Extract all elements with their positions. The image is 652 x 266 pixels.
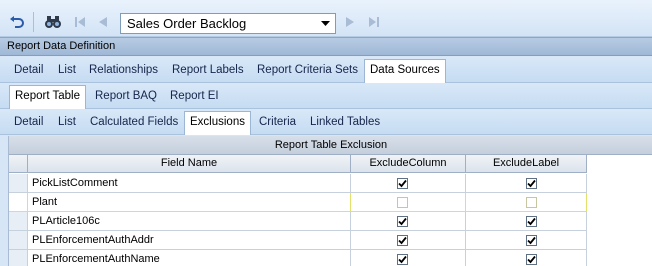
section-title: Report Data Definition xyxy=(7,40,116,52)
tab-data-sources[interactable]: Data Sources xyxy=(364,59,446,83)
binoculars-icon[interactable] xyxy=(43,12,63,32)
tab-criteria[interactable]: Criteria xyxy=(254,112,301,134)
tab-linked-tables[interactable]: Linked Tables xyxy=(305,112,385,134)
tab-report-table[interactable]: Report Table xyxy=(9,85,86,109)
exclude-label-cell xyxy=(466,231,587,250)
tab-relationships[interactable]: Relationships xyxy=(84,60,163,82)
field-name-cell: PLEnforcementAuthName xyxy=(28,250,351,266)
previous-record-icon[interactable] xyxy=(93,12,113,32)
exclude-column-cell xyxy=(351,250,466,266)
exclude-column-checkbox[interactable] xyxy=(397,197,408,208)
row-selector[interactable] xyxy=(9,212,28,231)
next-record-icon[interactable] xyxy=(340,12,360,32)
section-header: Report Data Definition xyxy=(0,37,652,56)
tab-list[interactable]: List xyxy=(53,60,81,82)
exclude-column-checkbox[interactable] xyxy=(397,254,408,265)
row-selector[interactable] xyxy=(9,250,28,266)
exclude-label-checkbox[interactable] xyxy=(526,178,537,189)
table-row-highlighted[interactable]: Plant xyxy=(9,193,652,212)
row-selector[interactable] xyxy=(9,231,28,250)
exclude-label-cell xyxy=(466,174,587,193)
report-combo[interactable]: Sales Order Backlog xyxy=(120,13,336,34)
exclude-column-cell xyxy=(351,231,466,250)
field-name-cell: PLEnforcementAuthAddr xyxy=(28,231,351,250)
tab-report-baq[interactable]: Report BAQ xyxy=(90,86,162,108)
tab-detail-sub[interactable]: Detail xyxy=(9,112,48,134)
row-selector-header xyxy=(9,155,28,173)
toolbar: Sales Order Backlog xyxy=(0,0,652,37)
column-header-field-name[interactable]: Field Name xyxy=(28,155,351,173)
grid-caption: Report Table Exclusion xyxy=(9,136,652,155)
exclude-label-checkbox[interactable] xyxy=(526,216,537,227)
tab-calculated-fields[interactable]: Calculated Fields xyxy=(85,112,183,134)
exclude-label-cell xyxy=(466,212,587,231)
exclude-label-cell xyxy=(466,250,587,266)
tab-row-main: Detail List Relationships Report Labels … xyxy=(0,57,652,83)
toolbar-separator xyxy=(33,12,34,32)
exclusion-grid: Report Table Exclusion Field Name Exclud… xyxy=(8,136,652,266)
row-selector[interactable] xyxy=(9,193,28,212)
table-row[interactable]: PLEnforcementAuthName xyxy=(9,250,652,266)
tab-row-report-table: Detail List Calculated Fields Exclusions… xyxy=(0,109,652,135)
field-name-cell: PickListComment xyxy=(28,174,351,193)
exclude-label-checkbox[interactable] xyxy=(526,235,537,246)
field-name-cell: Plant xyxy=(28,193,351,212)
table-row[interactable]: PickListComment xyxy=(9,174,652,193)
tab-list-sub[interactable]: List xyxy=(53,112,81,134)
exclude-label-checkbox[interactable] xyxy=(526,197,537,208)
exclude-column-checkbox[interactable] xyxy=(397,216,408,227)
table-row[interactable]: PLArticle106c xyxy=(9,212,652,231)
report-combo-value: Sales Order Backlog xyxy=(127,16,247,31)
exclude-label-checkbox[interactable] xyxy=(526,254,537,265)
tab-detail[interactable]: Detail xyxy=(9,60,48,82)
exclude-column-checkbox[interactable] xyxy=(397,178,408,189)
exclude-column-cell xyxy=(351,193,466,212)
tab-exclusions[interactable]: Exclusions xyxy=(184,111,251,135)
table-row[interactable]: PLEnforcementAuthAddr xyxy=(9,231,652,250)
undo-icon[interactable] xyxy=(7,12,27,32)
tab-report-labels[interactable]: Report Labels xyxy=(167,60,249,82)
tab-row-data-source: Report Table Report BAQ Report EI xyxy=(0,83,652,109)
exclude-column-cell xyxy=(351,174,466,193)
first-record-icon[interactable] xyxy=(70,12,90,32)
last-record-icon[interactable] xyxy=(364,12,384,32)
exclude-column-cell xyxy=(351,212,466,231)
tab-report-ei[interactable]: Report EI xyxy=(165,86,224,108)
column-header-exclude-label[interactable]: ExcludeLabel xyxy=(466,155,587,173)
exclude-label-cell xyxy=(466,193,587,212)
exclude-column-checkbox[interactable] xyxy=(397,235,408,246)
row-selector[interactable] xyxy=(9,174,28,193)
column-header-exclude-column[interactable]: ExcludeColumn xyxy=(351,155,466,173)
chevron-down-icon[interactable] xyxy=(318,16,333,31)
tab-report-criteria-sets[interactable]: Report Criteria Sets xyxy=(252,60,363,82)
field-name-cell: PLArticle106c xyxy=(28,212,351,231)
